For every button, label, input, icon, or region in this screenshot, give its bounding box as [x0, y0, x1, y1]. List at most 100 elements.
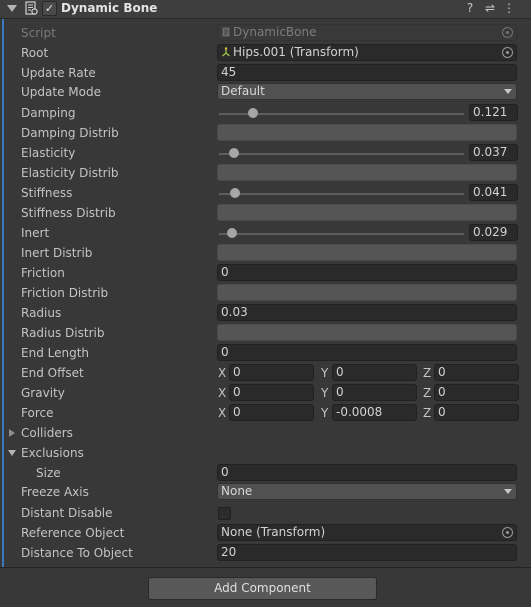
- colliders-label[interactable]: Colliders: [21, 426, 73, 440]
- friction-field[interactable]: 0: [217, 264, 517, 281]
- reference-object-value: None (Transform): [221, 525, 326, 539]
- update-rate-field[interactable]: 45: [217, 64, 517, 81]
- inert-value-field[interactable]: 0.029: [469, 224, 518, 241]
- damping-label: Damping: [21, 106, 76, 120]
- damping-slider-thumb[interactable]: [248, 108, 259, 118]
- distance-to-object-field[interactable]: 20: [217, 544, 517, 561]
- exclusions-foldout[interactable]: Exclusions: [0, 443, 531, 463]
- axis-z-label: Z: [423, 406, 432, 420]
- axis-z-label: Z: [423, 386, 432, 400]
- force-y-field[interactable]: -0.0008: [332, 404, 417, 421]
- gravity-label: Gravity: [21, 386, 65, 400]
- inert-row: Inert 0.029: [0, 223, 531, 243]
- friction-label: Friction: [21, 266, 65, 280]
- freeze-axis-label: Freeze Axis: [21, 485, 89, 499]
- help-icon[interactable]: ?: [463, 1, 477, 15]
- gravity-x-field[interactable]: 0: [229, 384, 314, 401]
- component-header[interactable]: ✓ Dynamic Bone ? ⇌ ⋮: [0, 0, 531, 19]
- force-x-field[interactable]: 0: [229, 404, 314, 421]
- end-offset-y-field[interactable]: 0: [332, 364, 417, 381]
- end-length-field[interactable]: 0: [217, 344, 517, 361]
- reference-object-field[interactable]: None (Transform): [217, 524, 517, 541]
- inert-slider-track[interactable]: [219, 233, 464, 235]
- distant-disable-label: Distant Disable: [21, 506, 113, 520]
- foldout-arrow-icon[interactable]: [7, 5, 17, 12]
- distance-to-object-row: Distance To Object 20: [0, 543, 531, 563]
- foldout-collapsed-icon[interactable]: [9, 429, 15, 437]
- root-field[interactable]: Hips.001 (Transform): [217, 44, 517, 61]
- end-offset-z-field[interactable]: 0: [434, 364, 519, 381]
- update-mode-row: Update Mode Default: [0, 82, 531, 102]
- stiffness-distrib-label: Stiffness Distrib: [21, 206, 116, 220]
- reference-object-row: Reference Object None (Transform): [0, 523, 531, 543]
- foldout-expanded-icon[interactable]: [8, 450, 16, 456]
- elasticity-slider-thumb[interactable]: [228, 148, 239, 158]
- inert-distrib-row: Inert Distrib: [0, 243, 531, 263]
- axis-y-label: Y: [321, 386, 329, 400]
- exclusions-size-row: Size 0: [0, 463, 531, 483]
- distant-disable-row: Distant Disable: [0, 503, 531, 523]
- gravity-z-field[interactable]: 0: [434, 384, 519, 401]
- update-mode-dropdown[interactable]: Default: [217, 83, 517, 100]
- colliders-foldout[interactable]: Colliders: [0, 423, 531, 443]
- presets-icon[interactable]: ⇌: [483, 1, 497, 15]
- exclusions-label[interactable]: Exclusions: [21, 446, 84, 460]
- freeze-axis-dropdown[interactable]: None: [217, 483, 517, 500]
- root-object-picker-icon[interactable]: [502, 47, 513, 58]
- radius-label: Radius: [21, 306, 62, 320]
- axis-x-label: X: [218, 406, 227, 420]
- inert-slider-thumb[interactable]: [226, 228, 237, 238]
- friction-distrib-label: Friction Distrib: [21, 286, 109, 300]
- script-file-icon: [222, 27, 230, 37]
- axis-z-label: Z: [423, 366, 432, 380]
- inert-distrib-curve[interactable]: [217, 244, 517, 261]
- root-value: Hips.001 (Transform): [233, 45, 359, 59]
- reference-object-picker-icon[interactable]: [502, 527, 513, 538]
- elasticity-distrib-row: Elasticity Distrib: [0, 163, 531, 183]
- axis-y-label: Y: [321, 366, 329, 380]
- gravity-y-field[interactable]: 0: [332, 384, 417, 401]
- elasticity-distrib-curve[interactable]: [217, 164, 517, 181]
- damping-value-field[interactable]: 0.121: [469, 104, 518, 121]
- damping-distrib-curve[interactable]: [217, 124, 517, 141]
- inert-distrib-label: Inert Distrib: [21, 246, 93, 260]
- script-picker-icon: [502, 27, 513, 38]
- component-enabled-checkbox[interactable]: ✓: [42, 1, 57, 16]
- gravity-row: Gravity X 0 Y 0 Z 0: [0, 383, 531, 403]
- inspector-separator: [0, 567, 531, 568]
- end-offset-row: End Offset X 0 Y 0 Z 0: [0, 363, 531, 383]
- exclusions-size-label: Size: [36, 466, 61, 480]
- inert-label: Inert: [21, 226, 50, 240]
- context-menu-icon[interactable]: ⋮: [502, 1, 516, 15]
- distant-disable-checkbox[interactable]: [218, 507, 231, 520]
- elasticity-slider-track[interactable]: [219, 153, 464, 155]
- dropdown-arrow-icon: [504, 89, 512, 94]
- end-length-label: End Length: [21, 346, 90, 360]
- stiffness-slider-thumb[interactable]: [229, 188, 240, 198]
- exclusions-size-field[interactable]: 0: [217, 464, 517, 481]
- friction-distrib-curve[interactable]: [217, 284, 517, 301]
- friction-distrib-row: Friction Distrib: [0, 283, 531, 303]
- stiffness-row: Stiffness 0.041: [0, 183, 531, 203]
- freeze-axis-row: Freeze Axis None: [0, 482, 531, 502]
- radius-distrib-label: Radius Distrib: [21, 326, 105, 340]
- stiffness-label: Stiffness: [21, 186, 73, 200]
- elasticity-row: Elasticity 0.037: [0, 143, 531, 163]
- update-mode-value: Default: [221, 84, 265, 98]
- stiffness-value-field[interactable]: 0.041: [469, 184, 518, 201]
- elasticity-label: Elasticity: [21, 146, 76, 160]
- update-mode-label: Update Mode: [21, 85, 101, 99]
- stiffness-slider-track[interactable]: [219, 193, 464, 195]
- update-rate-row: Update Rate 45: [0, 63, 531, 83]
- axis-y-label: Y: [321, 406, 329, 420]
- end-offset-x-field[interactable]: 0: [229, 364, 314, 381]
- stiffness-distrib-curve[interactable]: [217, 204, 517, 221]
- end-length-row: End Length 0: [0, 343, 531, 363]
- axis-x-label: X: [218, 366, 227, 380]
- radius-distrib-curve[interactable]: [217, 324, 517, 341]
- radius-field[interactable]: 0.03: [217, 304, 517, 321]
- elasticity-value-field[interactable]: 0.037: [469, 144, 518, 161]
- script-label: Script: [21, 26, 56, 40]
- add-component-button[interactable]: Add Component: [148, 577, 377, 600]
- force-z-field[interactable]: 0: [434, 404, 519, 421]
